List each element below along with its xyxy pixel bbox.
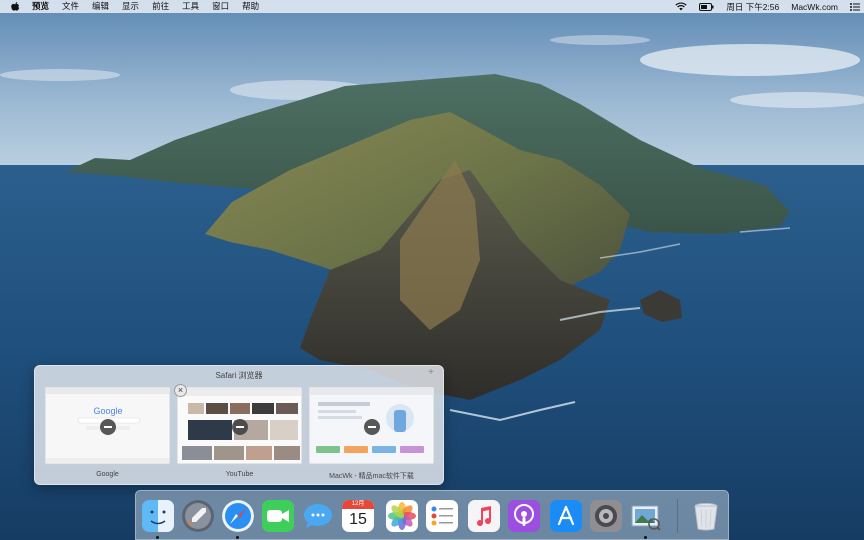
window-label-youtube: YouTube [225,471,254,478]
dock: 12月 15 [135,490,729,540]
window-thumbnail-youtube[interactable] [177,387,302,464]
battery-icon[interactable] [699,2,714,11]
finder-icon[interactable] [142,500,174,532]
menu-tools[interactable]: 工具 [182,0,199,13]
tab-audio-badge-icon [100,419,116,435]
menu-bar: 预览 文件 编辑 显示 前往 工具 窗口 帮助 周日 下午2:56 MacWk.… [0,0,864,13]
menu-help[interactable]: 帮助 [242,0,259,13]
window-thumbnail-macwk[interactable] [309,387,434,464]
app-store-icon[interactable] [550,500,582,532]
running-indicator [236,536,239,539]
menu-app-preview[interactable]: 预览 [32,0,49,13]
calendar-day: 15 [349,511,367,528]
tab-audio-badge-icon [364,419,380,435]
new-window-plus-icon[interactable]: + [428,367,434,378]
notification-list-icon[interactable] [850,2,860,11]
window-label-google: Google [96,471,119,478]
reminders-icon[interactable] [426,500,458,532]
menu-view[interactable]: 显示 [122,0,139,13]
window-label-macwk: MacWk - 精品mac软件下载 [329,473,414,480]
menu-edit[interactable]: 编辑 [92,0,109,13]
dock-separator [677,499,678,533]
running-indicator [644,536,647,539]
facetime-icon[interactable] [262,500,294,532]
safari-icon[interactable] [222,500,254,532]
close-window-icon[interactable]: × [174,384,187,397]
menubar-clock[interactable]: 周日 下午2:56 [726,1,779,13]
trash-icon[interactable] [690,500,722,532]
music-icon[interactable] [468,500,500,532]
wifi-icon[interactable] [675,2,687,11]
apple-logo-icon[interactable] [11,1,22,13]
calendar-month: 12月 [342,500,374,509]
podcasts-icon[interactable] [508,500,540,532]
google-logo: Google [93,406,122,416]
photos-icon[interactable] [386,500,418,532]
system-preferences-icon[interactable] [590,500,622,532]
messages-icon[interactable] [302,500,334,532]
launchpad-icon[interactable] [182,500,214,532]
running-indicator [156,536,159,539]
tab-audio-badge-icon [232,419,248,435]
menu-file[interactable]: 文件 [62,0,79,13]
preview-icon[interactable] [630,500,662,532]
menu-go[interactable]: 前往 [152,0,169,13]
safari-window-switcher: Safari 浏览器 + Google Google × YouTube Mac… [34,365,444,485]
calendar-icon[interactable]: 12月 15 [342,500,374,532]
menubar-site[interactable]: MacWk.com [791,2,838,12]
menu-window[interactable]: 窗口 [212,0,229,13]
switcher-title: Safari 浏览器 [215,371,263,380]
window-thumbnail-google[interactable]: Google [45,387,170,464]
